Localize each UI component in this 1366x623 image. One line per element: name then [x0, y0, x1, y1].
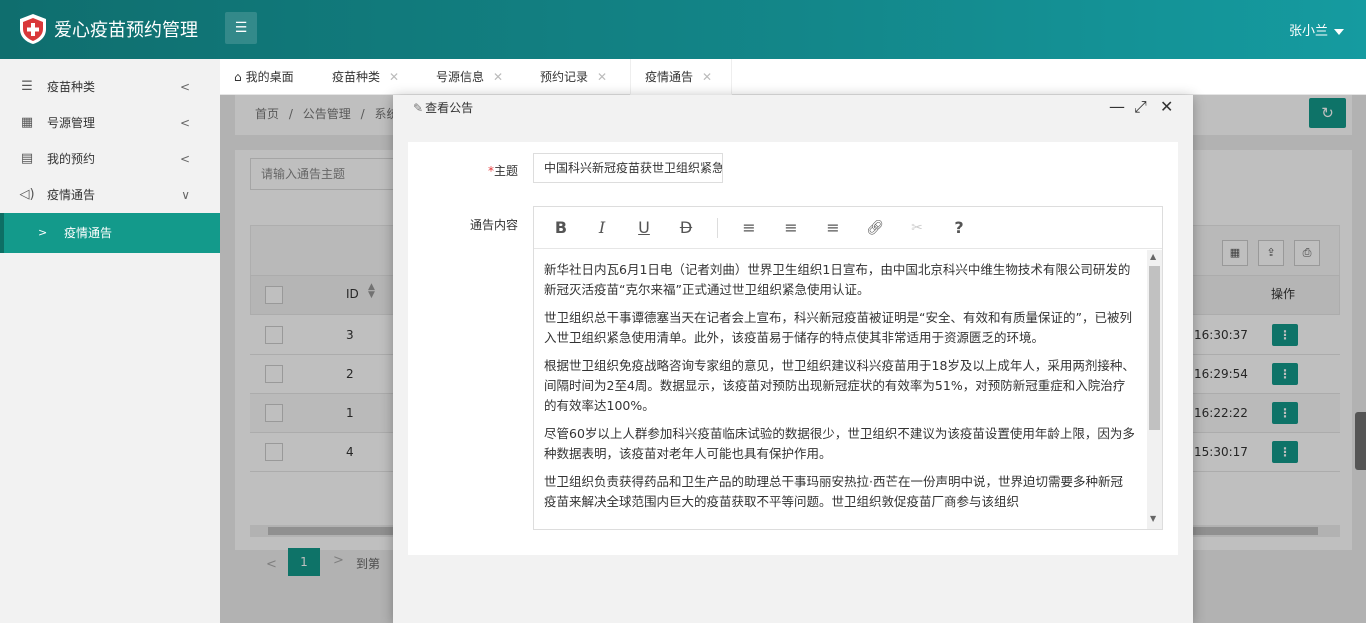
subject-label: *主题 [418, 162, 518, 179]
sidebar-item-label: 疫情通告 [47, 188, 96, 202]
strikethrough-icon[interactable]: D [675, 217, 697, 239]
tab-vaccine-types[interactable]: 疫苗种类 ✕ [332, 59, 399, 95]
modal-title-text: 查看公告 [425, 101, 474, 115]
view-notice-modal: ✎ 查看公告 — ⤢ ✕ *主题 中国科兴新冠疫苗获世卫组织紧急 通告内容 B I… [393, 95, 1193, 623]
top-header: 爱心疫苗预约管理 ☰ 张小兰 [0, 0, 1366, 59]
scrollbar-thumb[interactable] [1149, 266, 1160, 430]
tab-source-info[interactable]: 号源信息 ✕ [436, 59, 503, 95]
chevron-left-icon: < [179, 80, 190, 94]
chevron-down-icon: ∨ [181, 188, 190, 202]
paragraph: 新华社日内瓦6月1日电（记者刘曲）世界卫生组织1日宣布，由中国北京科兴中维生物技… [544, 262, 1131, 297]
close-icon[interactable]: ✕ [597, 70, 607, 84]
shield-logo-icon [20, 14, 46, 44]
sidebar: ☰ 疫苗种类 < ▦ 号源管理 < ▤ 我的预约 < ◁) 疫情通告 ∨ > 疫… [0, 59, 220, 623]
chevron-right-icon: > [38, 226, 48, 239]
sidebar-subitem-epidemic-notice[interactable]: > 疫情通告 [0, 213, 220, 253]
tab-bar: ⌂ 我的桌面 疫苗种类 ✕ 号源信息 ✕ 预约记录 ✕ 疫情通告 ✕ [220, 59, 1366, 95]
editor-content[interactable]: 新华社日内瓦6月1日电（记者刘曲）世界卫生组织1日宣布，由中国北京科兴中维生物技… [534, 250, 1147, 529]
grid-icon: ▦ [20, 115, 34, 130]
scroll-down-icon[interactable]: ▼ [1150, 514, 1156, 523]
maximize-button[interactable]: ⤢ [1134, 97, 1147, 117]
app-title: 爱心疫苗预约管理 [54, 20, 198, 41]
rich-text-editor: B I U D ≡ ≡ ≡ 🔗︎ ✂ ? 新华社日内瓦6月1日电（记者刘曲）世界… [533, 206, 1163, 530]
align-left-icon[interactable]: ≡ [738, 217, 760, 239]
subject-field[interactable]: 中国科兴新冠疫苗获世卫组织紧急 [533, 153, 723, 183]
paragraph: 世卫组织负责获得药品和卫生产品的助理总干事玛丽安热拉·西芒在一份声明中说，世界迫… [544, 474, 1123, 509]
close-icon[interactable]: ✕ [702, 70, 712, 84]
bold-icon[interactable]: B [550, 217, 572, 239]
close-icon[interactable]: ✕ [389, 70, 399, 84]
home-icon: ⌂ [234, 70, 242, 84]
paragraph: 尽管60岁以上人群参加科兴疫苗临床试验的数据很少，世卫组织不建议为该疫苗设置使用… [544, 426, 1135, 461]
sidebar-item-label: 号源管理 [47, 116, 96, 130]
notice-form: *主题 中国科兴新冠疫苗获世卫组织紧急 通告内容 B I U D ≡ ≡ ≡ 🔗… [408, 142, 1178, 555]
tab-label: 预约记录 [540, 70, 589, 84]
tab-label: 疫情通告 [645, 70, 694, 84]
chevron-left-icon: < [179, 116, 190, 130]
sidebar-item-my-appointments[interactable]: ▤ 我的预约 < [0, 141, 220, 177]
tab-epidemic-notice[interactable]: 疫情通告 ✕ [630, 59, 732, 95]
close-modal-button[interactable]: ✕ [1160, 97, 1173, 117]
italic-icon[interactable]: I [591, 217, 613, 239]
speaker-icon: ◁) [19, 187, 35, 202]
list-icon: ☰ [21, 79, 33, 94]
edit-document-icon: ✎ [413, 101, 424, 115]
paragraph: 根据世卫组织免疫战略咨询专家组的意见，世卫组织建议科兴疫苗用于18岁及以上成年人… [544, 358, 1135, 413]
document-icon: ▤ [20, 151, 34, 166]
chevron-left-icon: < [179, 152, 190, 166]
sidebar-item-label: 我的预约 [47, 152, 96, 166]
editor-toolbar: B I U D ≡ ≡ ≡ 🔗︎ ✂ ? [534, 207, 1162, 249]
sidebar-subitem-label: 疫情通告 [64, 226, 113, 240]
sidebar-item-source-management[interactable]: ▦ 号源管理 < [0, 105, 220, 141]
page-scroll-handle[interactable] [1355, 412, 1366, 470]
paragraph: 世卫组织总干事谭德塞当天在记者会上宣布，科兴新冠疫苗被证明是“安全、有效和有质量… [544, 310, 1132, 345]
tab-appointment-records[interactable]: 预约记录 ✕ [540, 59, 607, 95]
caret-down-icon [1334, 28, 1344, 35]
user-name: 张小兰 [1288, 24, 1328, 39]
toolbar-divider [717, 218, 718, 238]
sidebar-item-epidemic-notice[interactable]: ◁) 疫情通告 ∨ [0, 177, 220, 213]
tab-label: 疫苗种类 [332, 70, 381, 84]
tab-label: 我的桌面 [245, 70, 294, 84]
editor-scrollbar[interactable]: ▲ ▼ [1147, 250, 1162, 529]
tab-home[interactable]: ⌂ 我的桌面 [234, 59, 294, 95]
close-icon[interactable]: ✕ [493, 70, 503, 84]
subject-label-text: 主题 [493, 164, 518, 178]
link-icon[interactable]: 🔗︎ [864, 217, 886, 239]
tab-label: 号源信息 [436, 70, 485, 84]
menu-toggle-button[interactable]: ☰ [225, 12, 257, 44]
modal-title: ✎ 查看公告 [413, 99, 473, 116]
underline-icon[interactable]: U [633, 217, 655, 239]
sidebar-item-vaccine-types[interactable]: ☰ 疫苗种类 < [0, 69, 220, 105]
align-center-icon[interactable]: ≡ [780, 217, 802, 239]
sidebar-item-label: 疫苗种类 [47, 80, 96, 94]
user-menu[interactable]: 张小兰 [1289, 20, 1344, 39]
scroll-up-icon[interactable]: ▲ [1150, 252, 1156, 261]
minimize-button[interactable]: — [1109, 97, 1125, 117]
help-icon[interactable]: ? [948, 217, 970, 239]
hamburger-icon: ☰ [234, 20, 248, 36]
align-right-icon[interactable]: ≡ [822, 217, 844, 239]
unlink-icon[interactable]: ✂ [906, 217, 928, 239]
content-label: 通告内容 [469, 218, 518, 232]
